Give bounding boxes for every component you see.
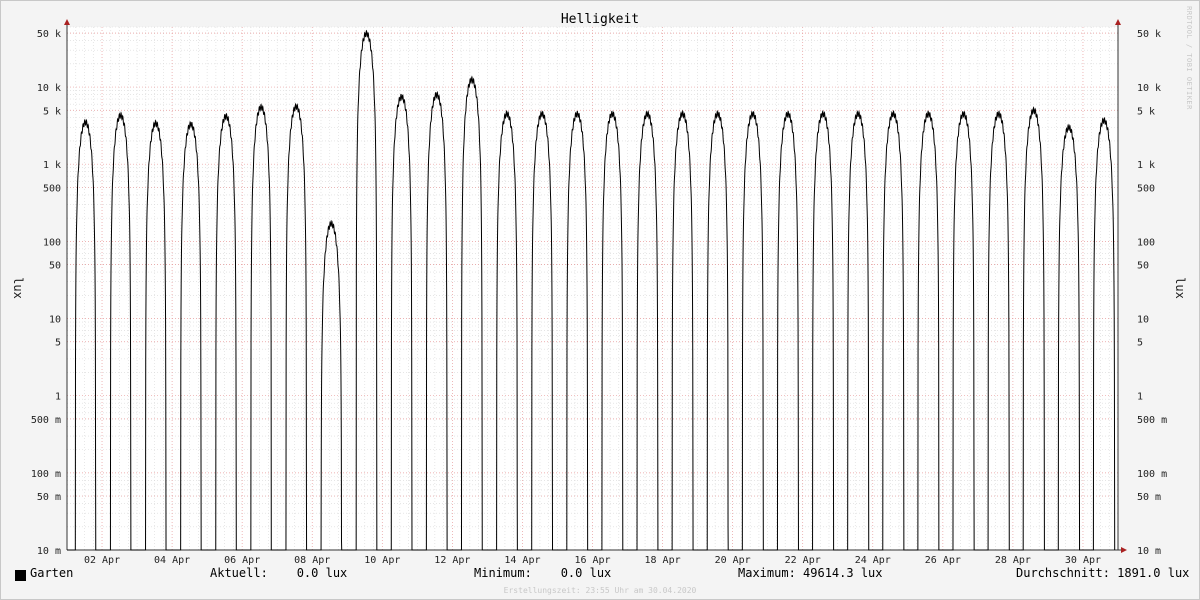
y-tick-label-right: 10 bbox=[1137, 315, 1149, 326]
y-tick-label-left: 1 k bbox=[43, 160, 61, 171]
y-tick-label-left: 500 bbox=[43, 183, 61, 194]
y-tick-label-right: 10 m bbox=[1137, 546, 1161, 557]
x-tick-label: 10 Apr bbox=[364, 555, 400, 566]
y-axis-arrow-left bbox=[64, 19, 70, 25]
y-tick-label-left: 100 bbox=[43, 237, 61, 248]
x-tick-label: 12 Apr bbox=[434, 555, 470, 566]
y-tick-label-right: 1 bbox=[1137, 392, 1143, 403]
legend-current: Aktuell: 0.0 lux bbox=[210, 566, 348, 580]
y-tick-label-left: 5 bbox=[55, 338, 61, 349]
x-tick-label: 22 Apr bbox=[785, 555, 821, 566]
y-tick-label-right: 500 m bbox=[1137, 415, 1167, 426]
legend-name-garten: Garten bbox=[30, 566, 74, 580]
legend-maximum: Maximum: 49614.3 lux bbox=[738, 566, 883, 580]
y-tick-label-left: 10 m bbox=[37, 546, 61, 557]
y-tick-label-left: 500 m bbox=[31, 415, 61, 426]
x-tick-label: 14 Apr bbox=[504, 555, 540, 566]
x-tick-label: 24 Apr bbox=[855, 555, 891, 566]
x-tick-label: 20 Apr bbox=[715, 555, 751, 566]
x-tick-label: 06 Apr bbox=[224, 555, 260, 566]
y-tick-label-left: 1 bbox=[55, 392, 61, 403]
y-axis-label-right: lux bbox=[1173, 277, 1187, 299]
y-tick-label-right: 5 k bbox=[1137, 106, 1155, 117]
y-tick-label-left: 5 k bbox=[43, 106, 61, 117]
chart-title: Helligkeit bbox=[561, 12, 639, 27]
y-tick-label-left: 10 bbox=[49, 315, 61, 326]
x-tick-label: 08 Apr bbox=[294, 555, 330, 566]
footnote-timestamp: Erstellungszeit: 23:55 Uhr am 30.04.2020 bbox=[503, 586, 697, 595]
y-tick-label-right: 50 bbox=[1137, 261, 1149, 272]
brightness-chart: 10 m 10 m 50 m 50 m 100 m 100 m 500 m 500 m 1 1 5 5… bbox=[0, 0, 1200, 600]
y-tick-label-right: 5 bbox=[1137, 338, 1143, 349]
y-tick-label-right: 10 k bbox=[1137, 83, 1161, 94]
y-tick-label-right: 500 bbox=[1137, 183, 1155, 194]
y-tick-label-left: 50 bbox=[49, 261, 61, 272]
x-tick-label: 18 Apr bbox=[645, 555, 681, 566]
y-tick-label-left: 10 k bbox=[37, 83, 61, 94]
x-axis-arrow bbox=[1121, 547, 1127, 553]
y-tick-label-left: 50 k bbox=[37, 29, 61, 40]
y-tick-label-right: 100 m bbox=[1137, 469, 1167, 480]
x-tick-label: 26 Apr bbox=[925, 555, 961, 566]
legend-swatch-garten bbox=[15, 570, 26, 581]
x-tick-label: 16 Apr bbox=[574, 555, 610, 566]
x-tick-label: 02 Apr bbox=[84, 555, 120, 566]
y-tick-label-right: 100 bbox=[1137, 237, 1155, 248]
x-tick-label: 28 Apr bbox=[995, 555, 1031, 566]
legend-average: Durchschnitt: 1891.0 lux bbox=[1016, 566, 1190, 580]
x-tick-label: 30 Apr bbox=[1065, 555, 1101, 566]
y-axis-label-left: lux bbox=[11, 277, 25, 299]
legend: Garten Aktuell: 0.0 lux Minimum: 0.0 lux… bbox=[0, 566, 1200, 584]
y-tick-label-right: 50 m bbox=[1137, 492, 1161, 503]
x-tick-label: 04 Apr bbox=[154, 555, 190, 566]
y-tick-label-left: 50 m bbox=[37, 492, 61, 503]
y-tick-label-right: 1 k bbox=[1137, 160, 1155, 171]
y-axis-arrow-right bbox=[1115, 19, 1121, 25]
y-tick-label-left: 100 m bbox=[31, 469, 61, 480]
y-tick-label-right: 50 k bbox=[1137, 29, 1161, 40]
grid bbox=[67, 26, 1118, 551]
rrdtool-credit: RRDTOOL / TOBI OETIKER bbox=[1185, 6, 1193, 110]
legend-minimum: Minimum: 0.0 lux bbox=[474, 566, 612, 580]
